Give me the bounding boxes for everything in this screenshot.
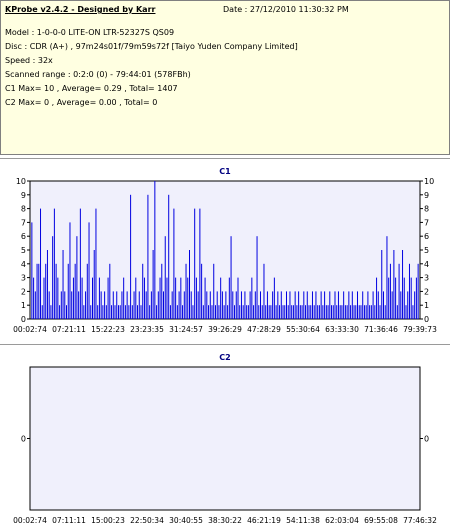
x-tick-label: 31:24:57 — [169, 325, 203, 334]
disc-line: Disc : CDR (A+) , 97m24s01f/79m59s72f [T… — [5, 42, 298, 51]
x-tick-label: 30:40:55 — [169, 516, 203, 525]
x-tick-label: 77:46:32 — [403, 516, 437, 525]
y-tick-label-right: 2 — [424, 287, 429, 296]
x-tick-label: 55:30:64 — [286, 325, 320, 334]
y-tick-label-right: 9 — [424, 191, 429, 200]
x-tick-label: 15:00:23 — [91, 516, 125, 525]
y-tick-label-right: 3 — [424, 274, 429, 283]
x-tick-label: 23:23:35 — [130, 325, 164, 334]
y-tick-label-left: 5 — [21, 246, 26, 255]
y-tick-label-left: 6 — [21, 232, 26, 241]
c2-chart: 0 0 00:02:74 07:11:11 15:00:23 22:50:34 30:40:… — [13, 366, 437, 525]
y-tick-label-left: 8 — [21, 205, 26, 214]
y-tick-label-left: 9 — [21, 191, 26, 200]
x-tick-label: 39:26:29 — [208, 325, 242, 334]
y-tick-label-left: 10 — [16, 177, 26, 186]
y-tick-label-left: 7 — [21, 218, 26, 227]
c1-panel: C1 10 10 9 9 8 8 7 7 6 6 5 5 4 4 3 3 2 2 1 1 0 0 00:02:74 07:21… — [0, 158, 450, 340]
x-tick-label: 00:02:74 — [13, 516, 47, 525]
x-tick-label: 00:02:74 — [13, 325, 47, 334]
y-tick-label-left: 3 — [21, 274, 26, 283]
y-tick-label-right: 0 — [424, 315, 429, 324]
x-tick-label: 79:39:73 — [403, 325, 437, 334]
x-tick-label: 22:50:34 — [130, 516, 164, 525]
y-tick-label-right: 6 — [424, 232, 429, 241]
x-tick-label: 07:11:11 — [52, 516, 86, 525]
y-tick-label-left: 1 — [21, 301, 26, 310]
app-title: KProbe v2.4.2 - Designed by Karr — [5, 5, 156, 14]
y-tick-label-right: 10 — [424, 177, 434, 186]
x-tick-label: 71:36:46 — [364, 325, 398, 334]
x-tick-label: 47:28:29 — [247, 325, 281, 334]
model-line: Model : 1-0-0-0 LITE-ON LTR-52327S QS09 — [5, 28, 175, 37]
y-tick-label-left: 4 — [21, 260, 26, 269]
x-tick-label: 15:22:23 — [91, 325, 125, 334]
c2-summary: C2 Max= 0 , Average= 0.00 , Total= 0 — [5, 98, 158, 107]
y-tick-label-right: 8 — [424, 205, 429, 214]
speed-line: Speed : 32x — [5, 56, 53, 65]
range-line: Scanned range : 0:2:0 (0) - 79:44:01 (57… — [5, 70, 191, 79]
y-tick-label-right: 7 — [424, 218, 429, 227]
info-panel: KProbe v2.4.2 - Designed by Karr Date : … — [0, 0, 450, 155]
x-tick-label: 69:55:08 — [364, 516, 398, 525]
c2-panel: C2 0 0 00:02:74 07:11:11 15:00:23 22:50:34 30:… — [0, 344, 450, 530]
scan-date: Date : 27/12/2010 11:30:32 PM — [223, 5, 349, 14]
plot-area — [29, 180, 421, 320]
c1-chart: 10 109 98 87 76 65 54 43 32 21 10 000:02:74 07:21:11… — [13, 177, 437, 334]
x-tick-label: 63:33:30 — [325, 325, 359, 334]
y-tick-label-left: 2 — [21, 287, 26, 296]
y-tick-label-right: 1 — [424, 301, 429, 310]
x-tick-label: 38:30:22 — [208, 516, 242, 525]
y-tick-label-right: 0 — [424, 435, 429, 444]
y-tick-label-right: 5 — [424, 246, 429, 255]
x-tick-label: 54:11:38 — [286, 516, 320, 525]
plot-area — [29, 366, 421, 511]
c1-summary: C1 Max= 10 , Average= 0.29 , Total= 1407 — [5, 84, 178, 93]
x-tick-label: 62:03:04 — [325, 516, 359, 525]
y-tick-label-right: 4 — [424, 260, 429, 269]
x-tick-label: 46:21:19 — [247, 516, 281, 525]
y-tick-label-left: 0 — [21, 315, 26, 324]
y-tick-label-left: 0 — [21, 435, 26, 444]
x-tick-label: 07:21:11 — [52, 325, 86, 334]
